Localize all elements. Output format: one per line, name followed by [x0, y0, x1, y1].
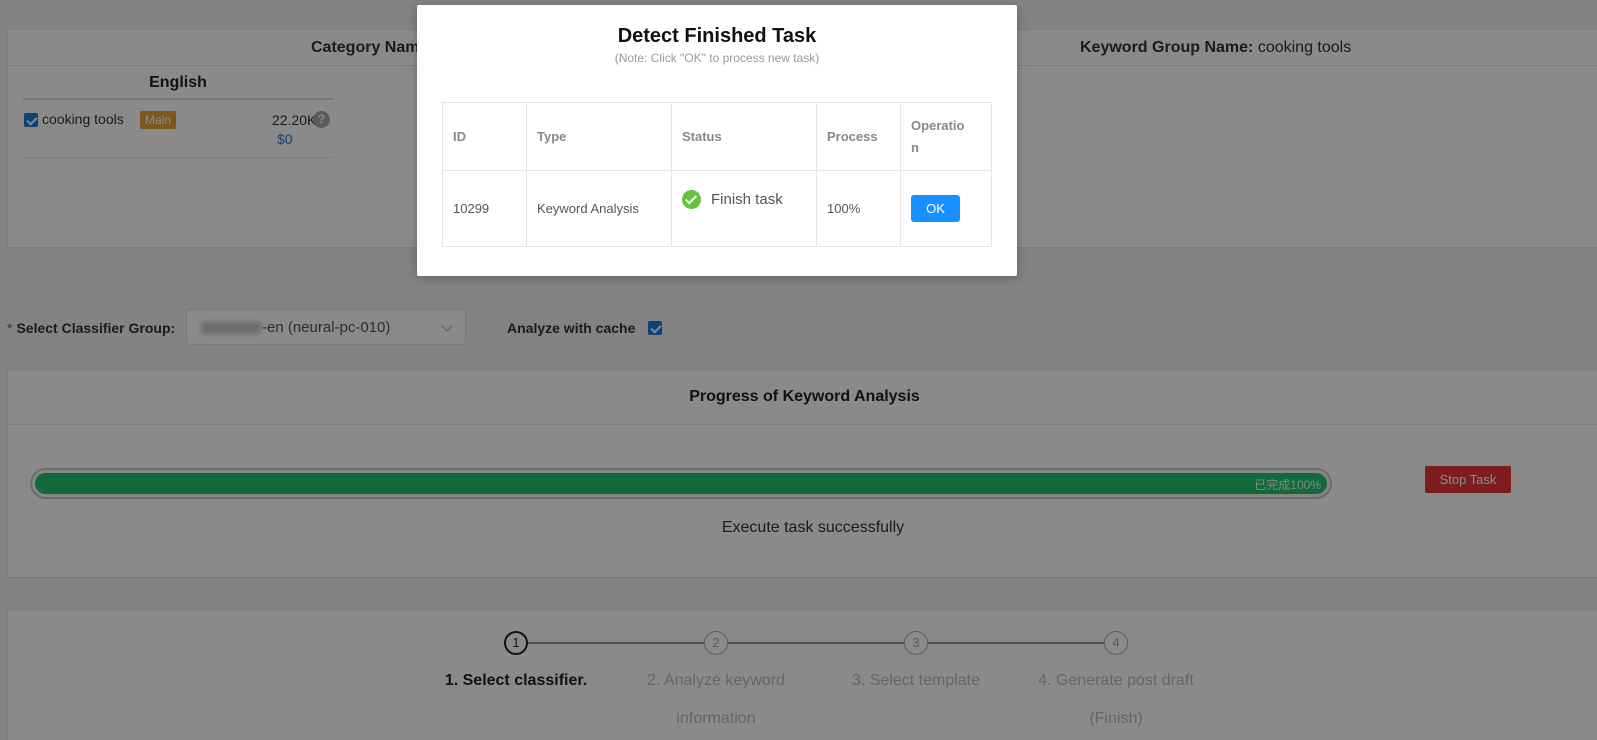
- task-id-cell: 10299: [442, 170, 527, 247]
- dialog-title: Detect Finished Task: [617, 25, 817, 47]
- task-table: ID Type Status Process Operatio n 10299 K…: [442, 102, 992, 247]
- task-status-text: Finish task: [711, 191, 783, 208]
- check-circle-icon: [682, 190, 701, 209]
- task-process-cell: 100%: [816, 170, 901, 247]
- column-header-status: Status: [671, 102, 817, 171]
- task-status-cell: Finish task: [671, 170, 817, 247]
- dialog-note: (Note: Click "OK" to process new task): [614, 51, 820, 65]
- column-header-process: Process: [816, 102, 901, 171]
- task-type-cell: Keyword Analysis: [526, 170, 672, 247]
- column-header-operation: Operatio n: [900, 102, 992, 171]
- detect-finished-task-dialog: Detect Finished Task (Note: Click "OK" t…: [417, 5, 1017, 276]
- table-header-row: ID Type Status Process Operatio n: [442, 102, 992, 171]
- column-header-type: Type: [526, 102, 672, 171]
- task-operation-cell: OK: [900, 170, 992, 247]
- column-header-id: ID: [442, 102, 527, 171]
- table-row: 10299 Keyword Analysis Finish task 100% …: [442, 170, 992, 247]
- ok-button[interactable]: OK: [911, 195, 960, 222]
